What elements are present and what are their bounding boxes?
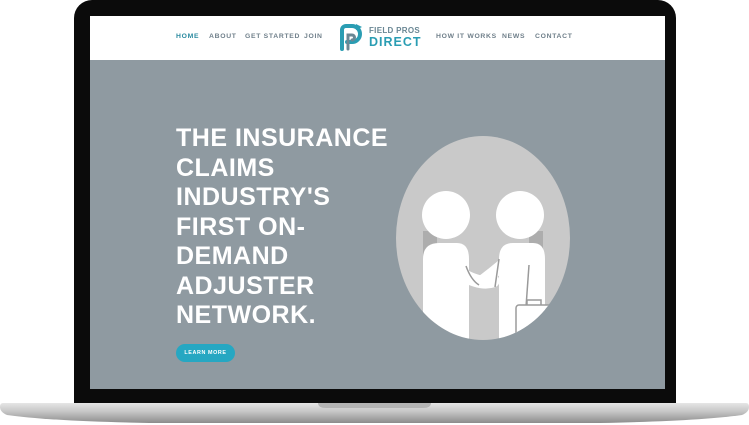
learn-more-button[interactable]: LEARN MORE: [176, 344, 235, 362]
nav-how-it-works[interactable]: HOW IT WORKS: [436, 33, 497, 40]
website-screen: HOME ABOUT GET STARTED JOIN FIELD PROS D…: [90, 16, 665, 389]
nav-about[interactable]: ABOUT: [209, 33, 237, 40]
nav-join[interactable]: JOIN: [304, 33, 323, 40]
hero-headline-line: NETWORK.: [176, 301, 317, 329]
hero-headline-line: DEMAND: [176, 242, 289, 270]
hero-headline: THE INSURANCE CLAIMS INDUSTRY'S FIRST ON…: [176, 124, 389, 331]
nav-home[interactable]: HOME: [176, 33, 199, 40]
nav-news[interactable]: NEWS: [502, 33, 525, 40]
logo-text-field-pros: FIELD PROS: [369, 26, 421, 35]
top-navigation: HOME ABOUT GET STARTED JOIN FIELD PROS D…: [90, 16, 665, 60]
nav-contact[interactable]: CONTACT: [535, 33, 573, 40]
handshake-icon: [396, 136, 570, 340]
laptop-base: [0, 403, 749, 423]
hero-headline-line: ADJUSTER: [176, 271, 315, 300]
hero-headline-line: CLAIMS: [176, 153, 275, 182]
logo-mark-icon: [340, 24, 362, 51]
field-pros-direct-logo[interactable]: FIELD PROS DIRECT: [337, 21, 423, 55]
hero-headline-line: INDUSTRY'S: [176, 183, 331, 211]
hero-headline-line: FIRST ON-: [176, 212, 306, 241]
nav-get-started[interactable]: GET STARTED: [245, 33, 300, 40]
logo-text-direct: DIRECT: [369, 35, 422, 49]
hero-headline-line: THE INSURANCE: [176, 124, 389, 152]
